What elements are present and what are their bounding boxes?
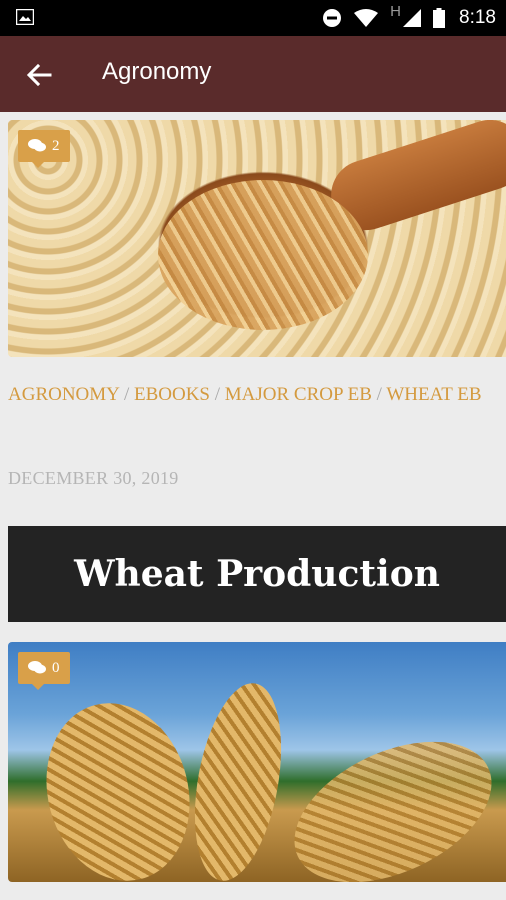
post-title-banner[interactable]: Wheat Production bbox=[8, 526, 506, 622]
post-title: Wheat Production bbox=[74, 553, 440, 595]
arrow-left-icon[interactable] bbox=[24, 60, 54, 90]
cell-signal-icon bbox=[403, 9, 422, 27]
category-link[interactable]: MAJOR CROP EB bbox=[225, 384, 372, 405]
wheat-illustration bbox=[27, 686, 209, 882]
gallery-icon bbox=[16, 9, 34, 25]
clock: 8:18 bbox=[459, 7, 496, 28]
post-thumbnail[interactable]: 0 bbox=[8, 642, 506, 882]
wheat-illustration bbox=[272, 713, 506, 882]
category-separator: / bbox=[376, 384, 382, 405]
category-separator: / bbox=[214, 384, 221, 405]
network-type-label: H bbox=[390, 3, 402, 20]
category-link[interactable]: WHEAT EB bbox=[386, 384, 481, 405]
category-link[interactable]: AGRONOMY bbox=[8, 384, 119, 405]
status-bar: H 8:18 bbox=[0, 0, 506, 36]
comment-count: 2 bbox=[52, 137, 60, 154]
comment-count-badge[interactable]: 2 bbox=[18, 130, 70, 168]
comment-count-badge[interactable]: 0 bbox=[18, 652, 70, 690]
category-link[interactable]: EBOOKS bbox=[134, 384, 210, 405]
grain-illustration bbox=[158, 180, 368, 330]
page-title: Agronomy bbox=[102, 58, 212, 85]
comment-count: 0 bbox=[52, 659, 60, 676]
post-thumbnail[interactable]: 2 bbox=[8, 120, 506, 357]
battery-icon bbox=[433, 8, 446, 28]
post-list[interactable]: 2 AGRONOMY / EBOOKS / MAJOR CROP EB / WH… bbox=[0, 112, 506, 900]
post-date: DECEMBER 30, 2019 bbox=[8, 468, 179, 488]
post-categories: AGRONOMY / EBOOKS / MAJOR CROP EB / WHEA… bbox=[8, 378, 498, 412]
app-bar: Agronomy bbox=[0, 36, 506, 112]
status-icons: H 8:18 bbox=[322, 0, 496, 36]
comments-icon bbox=[28, 139, 46, 152]
category-separator: / bbox=[123, 384, 130, 405]
do-not-disturb-icon bbox=[323, 9, 342, 27]
wifi-icon bbox=[354, 9, 379, 27]
comments-icon bbox=[28, 661, 46, 674]
wheat-illustration bbox=[181, 676, 295, 882]
